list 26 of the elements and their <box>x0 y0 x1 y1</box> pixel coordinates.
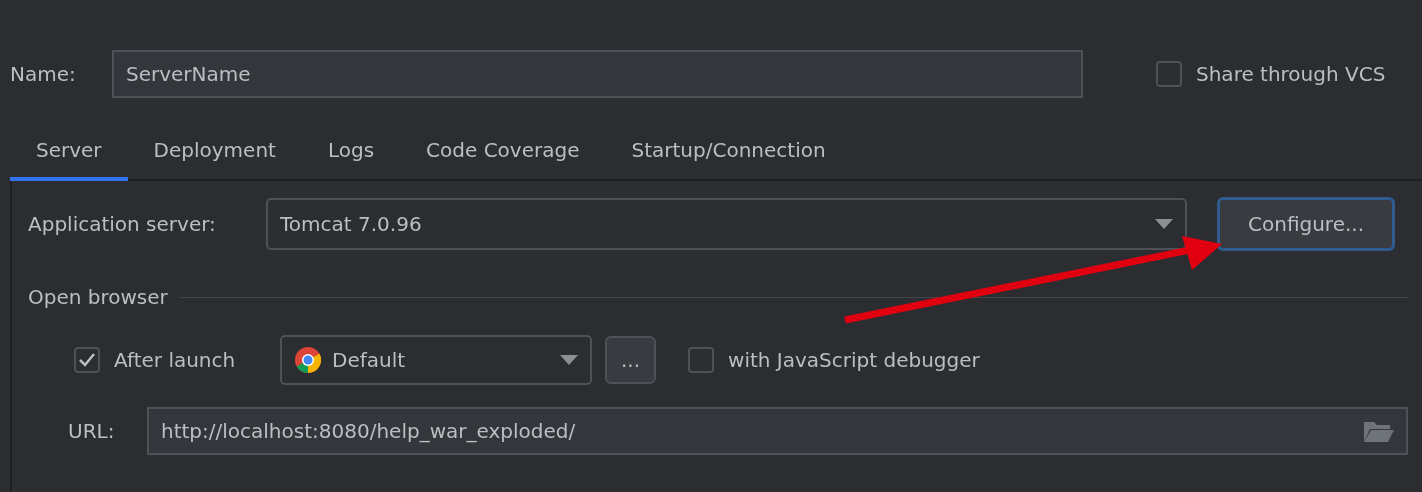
checkbox-label: Share through VCS <box>1196 62 1386 86</box>
checkbox-label: with JavaScript debugger <box>728 348 980 372</box>
checkbox[interactable] <box>74 347 100 373</box>
caret-icon <box>560 355 578 365</box>
tab[interactable]: Logs <box>301 123 401 181</box>
browser-icon <box>294 346 322 374</box>
checkbox[interactable] <box>1156 61 1182 87</box>
caret-icon <box>1155 219 1173 229</box>
browser-dropdown[interactable]: Default <box>280 335 592 385</box>
checkmark-icon <box>78 352 96 368</box>
url-field[interactable]: http://localhost:8080/help_war_exploded/ <box>147 407 1408 455</box>
tab[interactable]: Code Coverage <box>400 123 606 181</box>
name-field[interactable]: ServerName <box>112 50 1083 98</box>
section-title: Open browser <box>28 285 168 309</box>
tab[interactable]: Deployment <box>127 123 302 181</box>
more-button[interactable]: ... <box>605 336 657 384</box>
url-label: URL: <box>68 419 116 443</box>
application-server-label: Application server: <box>28 212 217 236</box>
name-label: Name: <box>10 62 77 86</box>
tab[interactable]: Server <box>10 123 128 181</box>
application-server-dropdown[interactable]: Tomcat 7.0.96 <box>266 198 1187 250</box>
tab[interactable]: Startup/Connection <box>605 123 852 181</box>
checkbox[interactable] <box>688 347 715 373</box>
checkbox-label: After launch <box>114 348 237 372</box>
configure-button[interactable]: Configure... <box>1217 197 1395 251</box>
folder-icon[interactable] <box>1364 420 1394 442</box>
